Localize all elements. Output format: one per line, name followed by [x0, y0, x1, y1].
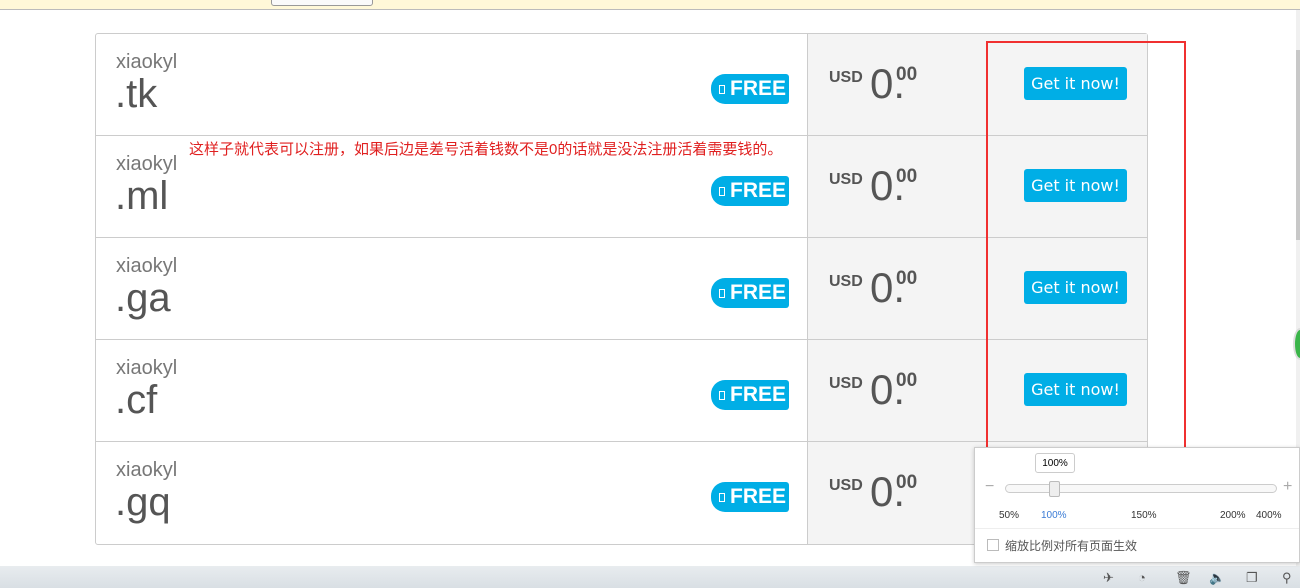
apply-all-checkbox[interactable]	[987, 539, 999, 551]
tag-icon	[719, 84, 725, 94]
price-cents: 00	[896, 166, 918, 187]
free-label: FREE	[730, 179, 787, 202]
domain-info: xiaokyl .cf FREE	[96, 340, 808, 441]
zoom-out-button[interactable]: −	[985, 478, 994, 496]
domain-name: xiaokyl	[116, 357, 178, 379]
domain-tld: .ml	[115, 174, 169, 218]
tag-icon	[719, 390, 725, 400]
notification-button[interactable]	[271, 0, 373, 6]
zoom-tick[interactable]: 150%	[1131, 510, 1157, 521]
free-badge: FREE	[711, 74, 789, 104]
zoom-slider[interactable]	[1005, 484, 1277, 493]
speaker-icon[interactable]: 🔈	[1209, 570, 1225, 586]
scrollbar-thumb[interactable]	[1296, 50, 1300, 240]
free-label: FREE	[730, 383, 787, 406]
rocket-icon[interactable]: ✈	[1103, 570, 1114, 586]
side-widget[interactable]	[1293, 328, 1300, 360]
free-badge: FREE	[711, 278, 789, 308]
free-label: FREE	[730, 485, 787, 508]
currency: USD	[829, 69, 863, 86]
free-badge: FREE	[711, 176, 789, 206]
zoom-tick[interactable]: 50%	[999, 510, 1019, 521]
currency: USD	[829, 171, 863, 188]
price-cents: 00	[896, 268, 918, 289]
zoom-tick[interactable]: 200%	[1220, 510, 1246, 521]
annotation-text: 这样子就代表可以注册，如果后边是差号活着钱数不是0的话就是没法注册活着需要钱的。	[189, 141, 783, 158]
zoom-popup: 100% − + 50% 100% 150% 200% 400% 缩放比例对所有…	[974, 447, 1300, 563]
domain-info: xiaokyl .gq FREE	[96, 442, 808, 544]
window-icon[interactable]: ❐	[1246, 570, 1258, 586]
currency: USD	[829, 477, 863, 494]
browser-status-bar: ✈ ◔ 🗑 🔈 ❐ ⚲	[0, 566, 1300, 588]
tag-icon	[719, 288, 725, 298]
domain-name: xiaokyl	[116, 153, 178, 175]
currency: USD	[829, 375, 863, 392]
zoom-tick[interactable]: 400%	[1256, 510, 1282, 521]
domain-tld: .tk	[115, 72, 158, 116]
zoom-tooltip: 100%	[1035, 453, 1075, 473]
price-cents: 00	[896, 370, 918, 391]
tag-icon	[719, 492, 725, 502]
annotation-highlight-box	[986, 41, 1186, 469]
domain-tld: .gq	[115, 480, 171, 524]
zoom-tick[interactable]: 100%	[1041, 510, 1067, 521]
speed-icon[interactable]: ◔	[1138, 570, 1146, 585]
price-cents: 00	[896, 64, 918, 85]
domain-tld: .cf	[115, 378, 158, 422]
apply-all-label: 缩放比例对所有页面生效	[1005, 539, 1138, 553]
zoom-slider-handle[interactable]	[1049, 481, 1060, 497]
domain-name: xiaokyl	[116, 255, 178, 277]
trash-icon[interactable]: 🗑	[1175, 570, 1192, 586]
domain-name: xiaokyl	[116, 459, 178, 481]
notification-bar	[0, 0, 1300, 10]
price-cents: 00	[896, 472, 918, 493]
free-badge: FREE	[711, 482, 789, 512]
divider	[975, 528, 1299, 529]
zoom-in-button[interactable]: +	[1283, 478, 1292, 496]
tag-icon	[719, 186, 725, 196]
domain-info: xiaokyl .tk FREE	[96, 34, 808, 135]
free-badge: FREE	[711, 380, 789, 410]
domain-name: xiaokyl	[116, 51, 178, 73]
currency: USD	[829, 273, 863, 290]
domain-tld: .ga	[115, 276, 171, 320]
zoom-icon[interactable]: ⚲	[1282, 570, 1292, 586]
free-label: FREE	[730, 77, 787, 100]
domain-info: xiaokyl .ga FREE	[96, 238, 808, 339]
free-label: FREE	[730, 281, 787, 304]
